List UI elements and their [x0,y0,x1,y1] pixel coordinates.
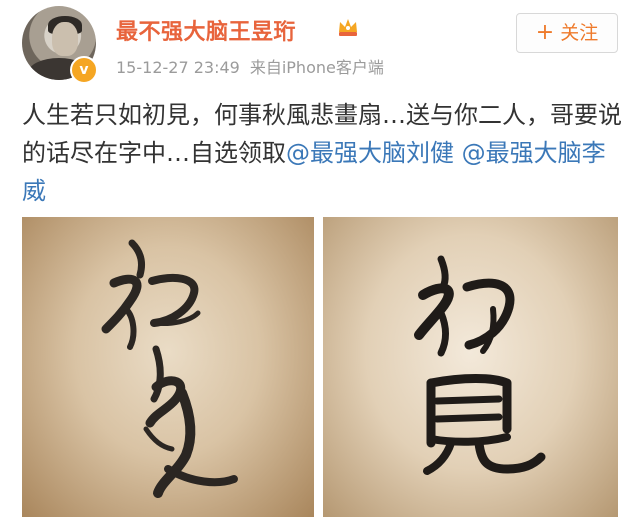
post-header: v 最不强大脑王昱珩 15-12-27 23:49 来自iPhone客户端 + 关注 [0,0,640,88]
mention-link[interactable]: @最强大脑刘健 [286,139,454,167]
post-meta: 15-12-27 23:49 来自iPhone客户端 [116,54,384,78]
verified-badge-icon: v [70,56,98,84]
post-timestamp: 15-12-27 23:49 [116,58,240,77]
calligraphy-brush-strokes [101,239,238,498]
follow-label: 关注 [560,22,599,44]
username[interactable]: 最不强大脑王昱珩 [116,14,296,46]
post-photo-calligraphy-2[interactable] [323,217,618,517]
vip-crown-icon[interactable] [337,16,359,38]
follow-button[interactable]: + 关注 [516,13,618,53]
calligraphy-brush-strokes [414,255,546,475]
plus-icon: + [535,20,555,45]
avatar-face [52,22,78,56]
post-source[interactable]: 来自iPhone客户端 [250,58,384,77]
post-photo-calligraphy-1[interactable] [22,217,314,517]
post-text: 人生若只如初見，何事秋風悲畫扇…送与你二人，哥要说的话尽在字中…自选领取@最强大… [22,96,622,210]
